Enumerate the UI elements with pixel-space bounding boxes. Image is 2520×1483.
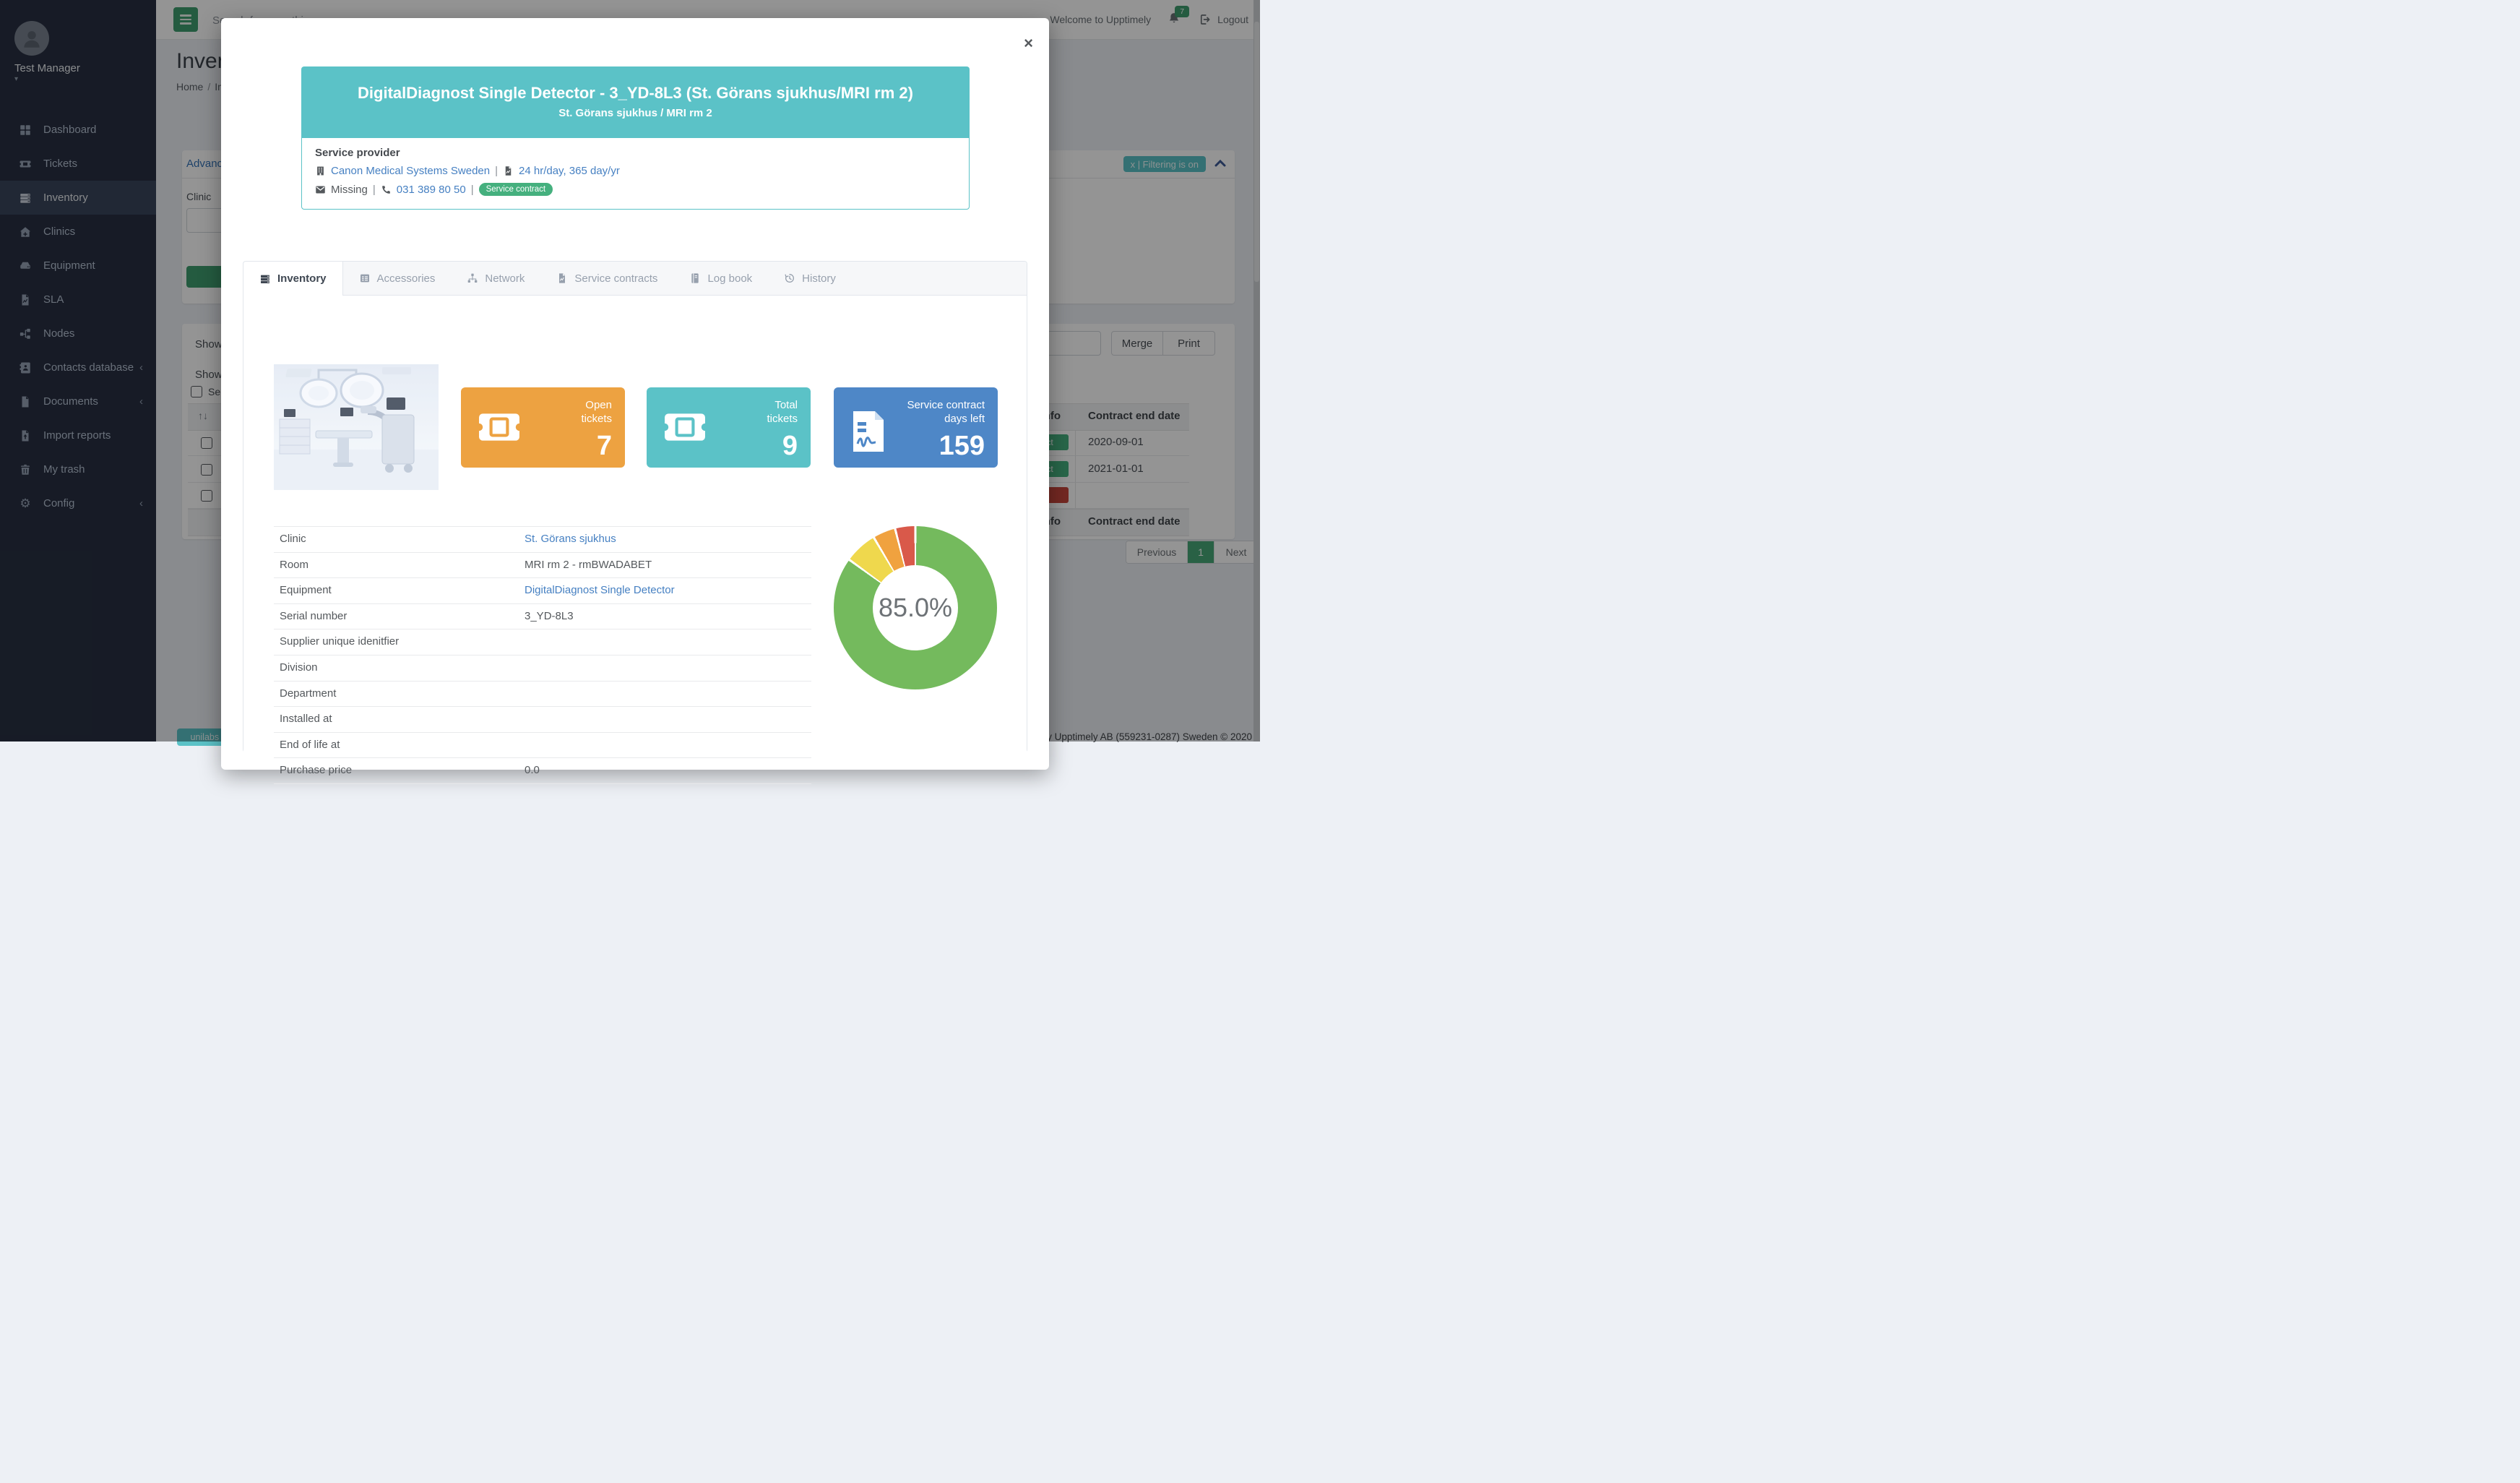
envelope-icon <box>315 184 326 195</box>
total-tickets-value: 9 <box>782 431 798 462</box>
equipment-link[interactable]: DigitalDiagnost Single Detector <box>525 584 675 596</box>
tab-log-book[interactable]: Log book <box>673 262 768 295</box>
phone-icon <box>381 184 392 195</box>
equipment-detail-modal: × DigitalDiagnost Single Detector - 3_YD… <box>221 18 1049 770</box>
detail-row: EquipmentDigitalDiagnost Single Detector <box>274 577 811 603</box>
equipment-photo[interactable] <box>274 364 439 490</box>
service-provider-box: Service provider Canon Medical Systems S… <box>301 137 970 210</box>
tab-history[interactable]: History <box>768 262 852 295</box>
detail-row: Purchase price0.0 <box>274 757 811 784</box>
history-icon <box>784 272 795 284</box>
detail-row: Supplier unique idenitfier <box>274 629 811 655</box>
detail-row: End of life at <box>274 732 811 758</box>
total-tickets-card[interactable]: Total tickets 9 <box>647 387 811 468</box>
modal-banner: DigitalDiagnost Single Detector - 3_YD-8… <box>301 66 970 137</box>
file-signature-icon <box>851 410 886 452</box>
modal-title: DigitalDiagnost Single Detector - 3_YD-8… <box>301 84 970 103</box>
open-tickets-value: 7 <box>597 431 612 462</box>
modal-subtitle: St. Görans sjukhus / MRI rm 2 <box>301 107 970 119</box>
detail-row: Installed at <box>274 706 811 732</box>
server-icon <box>259 273 271 285</box>
equipment-details-table: ClinicSt. Görans sjukhus RoomMRI rm 2 - … <box>274 526 811 784</box>
file-chart-icon <box>503 166 514 176</box>
provider-email-status: Missing <box>331 184 368 196</box>
detail-row: Department <box>274 681 811 707</box>
clinic-link[interactable]: St. Görans sjukhus <box>525 533 616 545</box>
tab-inventory[interactable]: Inventory <box>243 262 343 296</box>
contract-days-left-value: 159 <box>939 431 985 462</box>
modal-tab-panel: Inventory Accessories Network Service co… <box>243 261 1027 752</box>
service-contract-badge: Service contract <box>479 183 553 196</box>
provider-company-link[interactable]: Canon Medical Systems Sweden <box>331 165 490 177</box>
donut-chart: 85.0% <box>834 526 997 689</box>
provider-phone-link[interactable]: 031 389 80 50 <box>397 184 466 196</box>
detail-row: RoomMRI rm 2 - rmBWADABET <box>274 552 811 578</box>
list-icon <box>359 272 371 284</box>
service-contract-days-card[interactable]: Service contract days left 159 <box>834 387 998 468</box>
tab-service-contracts[interactable]: Service contracts <box>540 262 673 295</box>
ticket-icon <box>478 410 520 444</box>
close-icon[interactable]: × <box>1024 35 1033 51</box>
detail-row: Serial number3_YD-8L3 <box>274 603 811 629</box>
sitemap-icon <box>467 272 478 284</box>
open-tickets-card[interactable]: Open tickets 7 <box>461 387 625 468</box>
building-icon <box>315 166 326 176</box>
tab-accessories[interactable]: Accessories <box>343 262 452 295</box>
tab-network[interactable]: Network <box>451 262 540 295</box>
ticket-icon <box>664 410 706 444</box>
donut-center-label: 85.0% <box>879 593 952 623</box>
service-provider-heading: Service provider <box>315 147 956 159</box>
inventory-tab-content: Open tickets 7 Total tickets 9 <box>243 296 1027 753</box>
detail-row: Division <box>274 655 811 681</box>
provider-availability-link[interactable]: 24 hr/day, 365 day/yr <box>519 165 620 177</box>
modal-tabbar: Inventory Accessories Network Service co… <box>243 262 1027 296</box>
file-contract-icon <box>556 272 568 284</box>
book-icon <box>689 272 701 284</box>
detail-row: ClinicSt. Görans sjukhus <box>274 526 811 552</box>
